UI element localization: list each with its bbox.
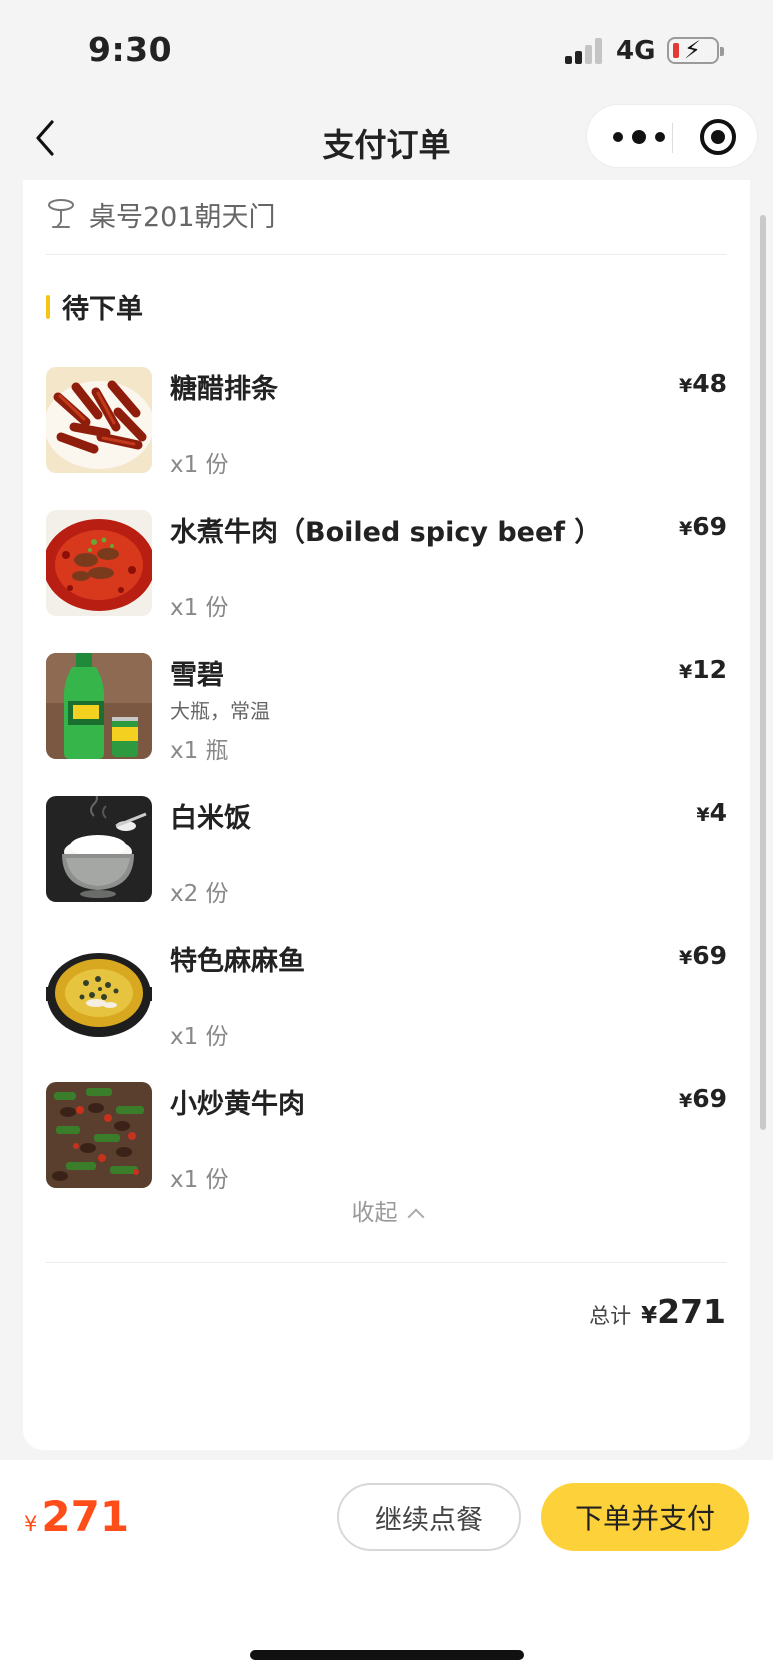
item-name: 小炒黄牛肉 bbox=[170, 1089, 305, 1120]
scrollbar[interactable] bbox=[760, 215, 766, 1130]
divider bbox=[46, 1262, 727, 1263]
chevron-up-icon bbox=[407, 1208, 424, 1226]
item-name: 水煮牛肉（Boiled spicy beef ） bbox=[170, 517, 602, 548]
status-time: 9:30 bbox=[88, 30, 173, 69]
bottom-currency: ¥ bbox=[24, 1512, 38, 1536]
collapse-button[interactable]: 收起 bbox=[23, 1193, 750, 1227]
list-item: 白米饭 x2 份 ¥4 bbox=[46, 796, 727, 907]
continue-ordering-button[interactable]: 继续点餐 bbox=[337, 1483, 521, 1551]
battery-charging-low-icon: ⚡ bbox=[667, 36, 724, 64]
item-price: ¥12 bbox=[678, 655, 727, 684]
network-type: 4G bbox=[616, 36, 656, 66]
total-amount: 271 bbox=[657, 1292, 726, 1331]
collapse-label: 收起 bbox=[351, 1200, 398, 1226]
home-indicator bbox=[250, 1650, 524, 1660]
item-quantity: x1 瓶 bbox=[170, 738, 229, 764]
item-price: ¥4 bbox=[696, 798, 727, 827]
item-price: ¥69 bbox=[678, 941, 727, 970]
order-card: 桌号201朝天门 待下单 糖醋排条 x1 份 ¥48 水煮牛肉（Boiled s… bbox=[23, 180, 750, 1450]
stir-fried-beef-image bbox=[46, 1082, 152, 1188]
table-label: 桌号201朝天门 bbox=[89, 201, 276, 233]
mini-program-capsule bbox=[586, 104, 758, 168]
total-currency: ¥ bbox=[641, 1303, 658, 1329]
list-item: 雪碧 大瓶，常温 x1 瓶 ¥12 bbox=[46, 653, 727, 764]
item-name: 雪碧 bbox=[170, 660, 224, 691]
boiled-spicy-beef-image bbox=[46, 510, 152, 616]
item-price: ¥48 bbox=[678, 369, 727, 398]
bottom-total: ¥ 271 bbox=[24, 1492, 129, 1541]
item-name: 糖醋排条 bbox=[170, 374, 278, 405]
total-label: 总计 bbox=[589, 1304, 632, 1328]
list-item: 糖醋排条 x1 份 ¥48 bbox=[46, 367, 727, 478]
item-price: ¥69 bbox=[678, 1084, 727, 1113]
sweet-sour-pork-image bbox=[46, 367, 152, 473]
place-order-pay-button[interactable]: 下单并支付 bbox=[541, 1483, 749, 1551]
more-dots-icon[interactable] bbox=[613, 128, 673, 146]
item-price: ¥69 bbox=[678, 512, 727, 541]
nav-bar: 支付订单 bbox=[0, 100, 773, 180]
sprite-bottle-image bbox=[46, 653, 152, 759]
list-item: 水煮牛肉（Boiled spicy beef ） x1 份 ¥69 bbox=[46, 510, 727, 621]
item-quantity: x1 份 bbox=[170, 595, 229, 621]
item-name: 白米饭 bbox=[170, 803, 251, 834]
bottom-amount: 271 bbox=[41, 1492, 130, 1541]
status-bar: 9:30 4G ⚡ bbox=[0, 0, 773, 100]
item-quantity: x1 份 bbox=[170, 1167, 229, 1193]
table-icon bbox=[47, 198, 75, 230]
section-title: 待下单 bbox=[62, 294, 143, 325]
target-circle-icon[interactable] bbox=[700, 119, 736, 155]
item-quantity: x1 份 bbox=[170, 452, 229, 478]
list-item: 特色麻麻鱼 x1 份 ¥69 bbox=[46, 939, 727, 1050]
section-header: 待下单 bbox=[46, 287, 143, 326]
white-rice-image bbox=[46, 796, 152, 902]
list-item: 小炒黄牛肉 x1 份 ¥69 bbox=[46, 1082, 727, 1193]
item-name: 特色麻麻鱼 bbox=[170, 946, 305, 977]
capsule-divider bbox=[672, 123, 673, 153]
item-spec: 大瓶，常温 bbox=[170, 699, 270, 723]
total-summary: 总计 ¥ 271 bbox=[589, 1292, 726, 1331]
bottom-action-bar: ¥ 271 继续点餐 下单并支付 bbox=[0, 1460, 773, 1673]
divider bbox=[46, 254, 727, 255]
table-info: 桌号201朝天门 bbox=[47, 192, 276, 236]
signal-icon bbox=[565, 38, 605, 64]
section-accent-bar bbox=[46, 294, 50, 319]
numbing-fish-image bbox=[46, 939, 152, 1045]
item-quantity: x1 份 bbox=[170, 1024, 229, 1050]
item-quantity: x2 份 bbox=[170, 881, 229, 907]
